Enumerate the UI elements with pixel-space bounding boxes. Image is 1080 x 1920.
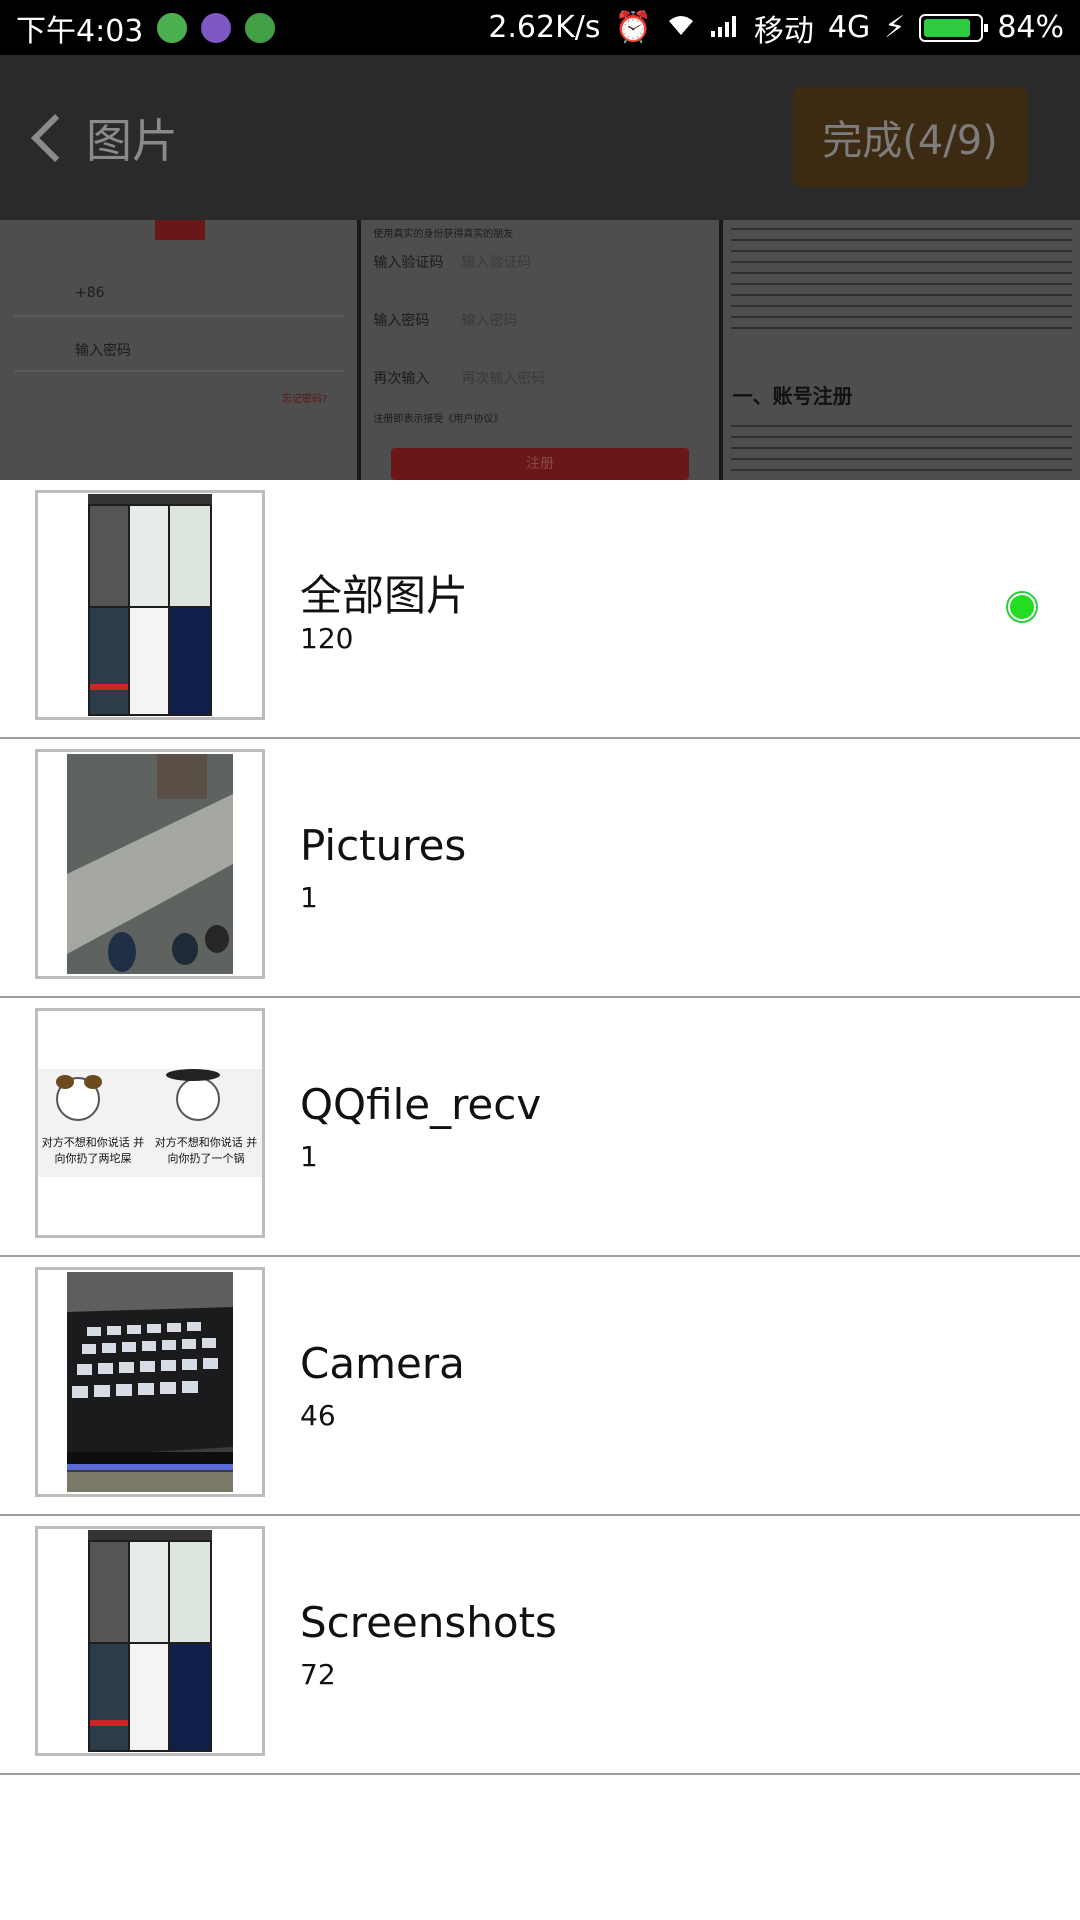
album-thumbnail: 对方不想和你说话 并向你扔了两坨屎 对方不想和你说话 并向你扔了一个锅 [35, 1008, 265, 1238]
meme-caption: 对方不想和你说话 并向你扔了一个锅 [154, 1136, 258, 1165]
code-label: 输入验证码 [373, 255, 444, 271]
meme-prop [56, 1075, 74, 1089]
done-button[interactable]: 完成(4/9) [792, 87, 1028, 187]
meme-prop [166, 1069, 220, 1081]
charging-icon: ⚡ [884, 10, 906, 45]
agreement-text: 注册即表示接受《用户协议》 [373, 414, 504, 425]
signal-icon [710, 10, 740, 45]
album-count: 1 [300, 1140, 318, 1173]
album-thumbnail [35, 749, 265, 979]
status-time: 下午4:03 [16, 13, 144, 49]
meme-image-icon: 对方不想和你说话 并向你扔了两坨屎 对方不想和你说话 并向你扔了一个锅 [38, 1069, 262, 1177]
register-button[interactable]: 注册 [391, 448, 689, 480]
status-left: 下午4:03 [16, 6, 276, 50]
divider [14, 315, 344, 317]
forgot-password-link: 忘记密码? [282, 394, 328, 405]
album-thumbnail [35, 490, 265, 720]
album-name: QQfile_recv [300, 1080, 542, 1129]
terms-text-block [730, 425, 1072, 480]
alarm-icon: ⏰ [614, 10, 652, 45]
password-field: 输入密码 [75, 343, 131, 359]
back-title: 图片 [86, 113, 178, 168]
screenshot-collage-icon [88, 494, 212, 716]
register-button-label: 注册 [525, 456, 554, 472]
radio-dot [1010, 595, 1034, 619]
divider [14, 370, 344, 372]
battery-level [924, 18, 970, 37]
logo-shape [155, 220, 205, 240]
network-type: 4G [827, 10, 871, 45]
meme-caption: 对方不想和你说话 并向你扔了两坨屎 [41, 1136, 145, 1165]
wifi-icon [666, 10, 696, 45]
album-count: 46 [300, 1399, 336, 1432]
album-item-camera[interactable]: Camera 46 [0, 1257, 1080, 1516]
keyboard-photo-icon [67, 1272, 233, 1492]
confirm-field: 再次输入密码 [461, 371, 546, 387]
terms-heading: 一、账号注册 [732, 384, 853, 408]
album-name: Screenshots [300, 1598, 557, 1647]
album-item-qqfile-recv[interactable]: 对方不想和你说话 并向你扔了两坨屎 对方不想和你说话 并向你扔了一个锅 QQfi… [0, 998, 1080, 1257]
password-field: 输入密码 [461, 313, 518, 329]
terms-text-block [730, 228, 1072, 338]
photo-thumbnail[interactable]: +86 输入密码 忘记密码? [0, 220, 358, 480]
confirm-label: 再次输入 [373, 371, 430, 387]
country-code: +86 [75, 285, 105, 301]
photo-thumbnail[interactable]: 一、账号注册 [722, 220, 1080, 480]
status-right: 2.62K/s ⏰ 移动 4G ⚡ 84% [488, 6, 1064, 50]
ground-photo-icon [67, 754, 233, 974]
chevron-left-icon [30, 113, 80, 162]
carrier-name: 移动 [753, 13, 814, 49]
album-item-pictures[interactable]: Pictures 1 [0, 739, 1080, 998]
password-label: 输入密码 [373, 313, 430, 329]
album-count: 120 [300, 622, 354, 655]
background-photo-grid: +86 输入密码 忘记密码? 使用真实的身份获得真实的朋友 输入验证码 输入验证… [0, 220, 1080, 480]
album-count: 1 [300, 881, 318, 914]
album-name: Camera [300, 1339, 465, 1388]
album-thumbnail [35, 1526, 265, 1756]
album-item-all-pictures[interactable]: 全部图片 120 [0, 480, 1080, 739]
meme-face [176, 1077, 220, 1121]
network-speed: 2.62K/s [488, 10, 601, 45]
background-photo-picker: 图片 完成(4/9) +86 输入密码 忘记密码? 使用真实的身份获得真实的朋友… [0, 55, 1080, 480]
app-notification-icon [201, 12, 232, 43]
status-bar: 下午4:03 2.62K/s ⏰ 移动 4G ⚡ 84% [0, 0, 1080, 55]
register-hint: 使用真实的身份获得真实的朋友 [373, 229, 514, 240]
screenshot-collage-icon [88, 1530, 212, 1752]
android-notification-icon [245, 12, 276, 43]
album-list: 全部图片 120 Pictures 1 对方不想和你说话 并向你扔了两坨屎 对方… [0, 480, 1080, 1920]
meme-prop [84, 1075, 102, 1089]
album-thumbnail [35, 1267, 265, 1497]
back-button[interactable]: 图片 [20, 105, 178, 171]
album-count: 72 [300, 1658, 336, 1691]
photo-thumbnail[interactable]: 使用真实的身份获得真实的朋友 输入验证码 输入验证码 输入密码 输入密码 再次输… [361, 220, 719, 480]
top-bar: 图片 完成(4/9) [0, 55, 1080, 220]
album-item-screenshots[interactable]: Screenshots 72 [0, 1516, 1080, 1775]
app-notification-icon [157, 12, 188, 43]
selected-radio-icon[interactable] [1006, 591, 1038, 623]
battery-icon [919, 13, 989, 42]
battery-percent: 84% [997, 10, 1064, 45]
code-field: 输入验证码 [461, 255, 532, 271]
album-name: Pictures [300, 821, 467, 870]
album-name: 全部图片 [300, 571, 469, 620]
